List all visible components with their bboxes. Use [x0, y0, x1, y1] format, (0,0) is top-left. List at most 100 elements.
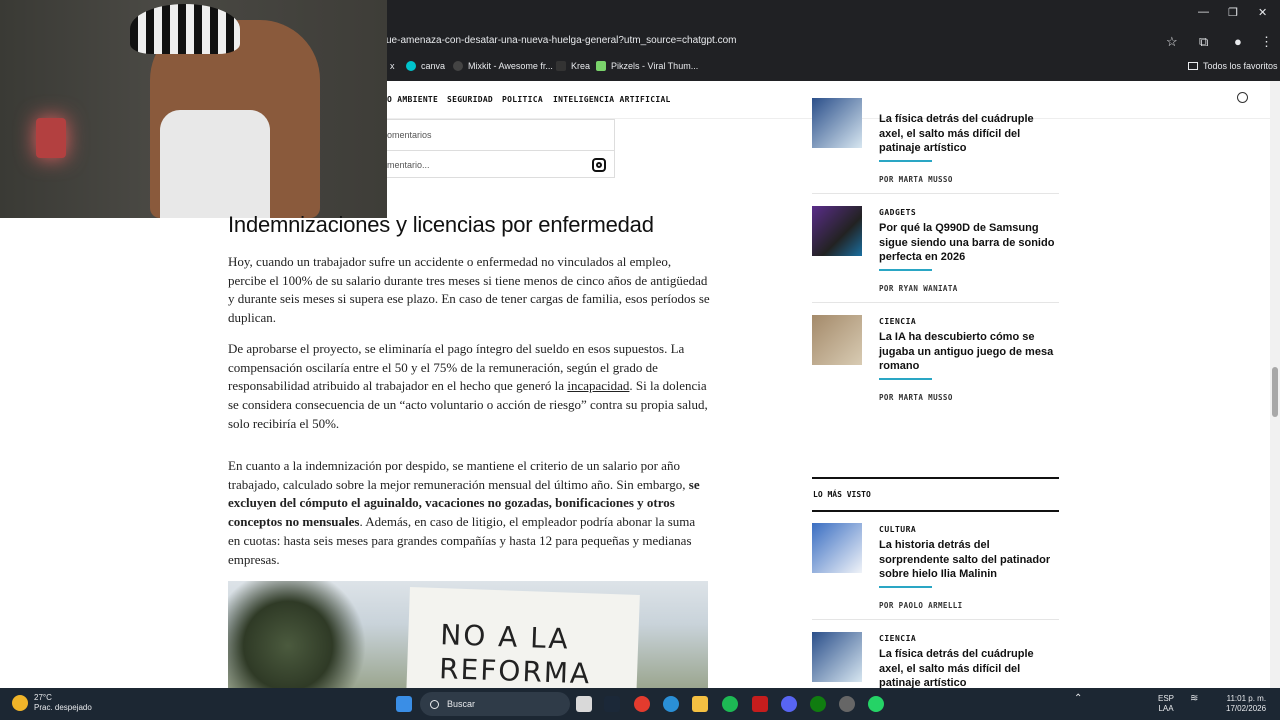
card-title[interactable]: La IA ha descubierto cómo se jugaba un a… [879, 330, 1061, 374]
weather-widget[interactable]: 27°C Prac. despejado [12, 693, 92, 713]
card-title[interactable]: Por qué la Q990D de Samsung sigue siendo… [879, 221, 1061, 265]
sidebar-card[interactable]: CIENCIA La IA ha descubierto cómo se jug… [812, 304, 1059, 412]
comments-label: omentarios [387, 130, 432, 140]
protest-sign: NO A LA REFORMA [406, 587, 640, 689]
tank-top [160, 110, 270, 218]
article-paragraph-2: De aprobarse el proyecto, se eliminaría … [228, 340, 710, 434]
netflix-icon[interactable] [752, 696, 768, 712]
most-viewed-card[interactable]: CIENCIA La física detrás del cuádruple a… [812, 621, 1059, 688]
article-photo: NO A LA REFORMA [228, 581, 708, 689]
layout-code: LAA [1158, 704, 1174, 713]
taskbar: 27°C Prac. despejado Buscar ⌃ ESP LAA ≋ 1… [0, 688, 1280, 720]
krea-icon [556, 61, 566, 71]
tree [228, 581, 378, 689]
taskbar-search[interactable]: Buscar [420, 692, 570, 716]
instagram-embed: omentarios mentario... [387, 119, 615, 178]
page-scrollbar[interactable] [1270, 81, 1280, 688]
paragraph-text: En cuanto a la indemnización por despido… [228, 458, 689, 492]
article-paragraph-3: En cuanto a la indemnización por despido… [228, 457, 710, 569]
lamp [36, 118, 66, 158]
most-viewed-heading: LO MÁS VISTO [813, 490, 871, 499]
search-icon [430, 699, 439, 709]
bookmark-canva[interactable]: canva [406, 61, 445, 71]
card-thumbnail[interactable] [812, 206, 862, 256]
card-thumbnail[interactable] [812, 315, 862, 365]
restore-icon[interactable]: ❐ [1228, 6, 1238, 19]
nav-item-politica[interactable]: POLITICA [502, 95, 543, 104]
nav-item-inteligencia-artificial[interactable]: INTELIGENCIA ARTIFICIAL [553, 95, 671, 104]
profile-avatar-icon[interactable]: ● [1234, 34, 1242, 49]
card-thumbnail[interactable] [812, 523, 862, 573]
language-indicator[interactable]: ESP LAA [1158, 694, 1174, 714]
steam-icon[interactable] [604, 696, 620, 712]
favorites-folder[interactable]: Todos los favoritos [1188, 61, 1278, 71]
canva-icon [406, 61, 416, 71]
comment-placeholder: mentario... [387, 160, 430, 170]
section-heading: Indemnizaciones y licencias por enfermed… [228, 212, 654, 237]
nav-item-medio-ambiente[interactable]: O AMBIENTE [387, 95, 438, 104]
card-underline [879, 586, 932, 588]
most-viewed-card[interactable]: CULTURA La historia detrás del sorprende… [812, 512, 1059, 620]
scrollbar-thumb[interactable] [1272, 367, 1278, 417]
sidebar-card[interactable]: GADGETS Por qué la Q990D de Samsung sigu… [812, 195, 1059, 303]
search-placeholder: Buscar [447, 699, 476, 709]
folder-icon [1188, 62, 1198, 70]
close-icon[interactable]: ✕ [1258, 6, 1267, 19]
nav-item-seguridad[interactable]: SEGURIDAD [447, 95, 493, 104]
card-title[interactable]: La física detrás del cuádruple axel, el … [879, 647, 1059, 688]
discord-icon[interactable] [781, 696, 797, 712]
bookmark-krea[interactable]: Krea [556, 61, 590, 71]
card-underline [879, 378, 932, 380]
card-byline[interactable]: POR PAOLO ARMELLI [879, 601, 963, 610]
bookmark-item[interactable]: x [390, 61, 395, 71]
comment-field[interactable]: mentario... [387, 150, 614, 179]
card-thumbnail[interactable] [812, 632, 862, 682]
weather-sun-icon [12, 695, 28, 711]
xbox-icon[interactable] [810, 696, 826, 712]
most-viewed-rule [812, 477, 1059, 479]
clock-date: 17/02/2026 [1226, 704, 1267, 713]
menu-kebab-icon[interactable]: ⋮ [1260, 34, 1273, 50]
language-code: ESP [1158, 694, 1175, 703]
folder-icon[interactable] [692, 696, 708, 712]
search-icon[interactable] [1237, 92, 1248, 103]
card-category[interactable]: GADGETS [879, 208, 916, 217]
instagram-icon[interactable] [592, 158, 606, 172]
card-category[interactable]: CIENCIA [879, 634, 916, 643]
tray-chevron-icon[interactable]: ⌃ [1074, 694, 1082, 704]
weather-temp: 27°C [34, 693, 52, 702]
card-byline[interactable]: POR MARTA MUSSO [879, 175, 953, 184]
card-title[interactable]: La física detrás del cuádruple axel, el … [879, 112, 1061, 156]
card-category[interactable]: CIENCIA [879, 317, 916, 326]
extensions-icon[interactable]: ⧉ [1199, 34, 1208, 50]
sign-text: REFORMA [438, 652, 592, 689]
bookmark-pikzels[interactable]: Pikzels - Viral Thum... [596, 61, 698, 71]
pikzels-icon [596, 61, 606, 71]
file-explorer-icon[interactable] [576, 696, 592, 712]
url-text[interactable]: ue-amenaza-con-desatar-una-nueva-huelga-… [386, 35, 737, 46]
incapacidad-link[interactable]: incapacidad [567, 378, 629, 393]
card-category[interactable]: CULTURA [879, 525, 916, 534]
app-icon[interactable] [839, 696, 855, 712]
card-underline [879, 269, 932, 271]
spotify-icon[interactable] [722, 696, 738, 712]
chrome-icon[interactable] [634, 696, 650, 712]
edge-icon[interactable] [663, 696, 679, 712]
article-paragraph-1: Hoy, cuando un trabajador sufre un accid… [228, 254, 710, 326]
minimize-icon[interactable]: — [1198, 6, 1209, 18]
whatsapp-icon[interactable] [868, 696, 884, 712]
card-byline[interactable]: POR RYAN WANIATA [879, 284, 958, 293]
card-thumbnail[interactable] [812, 98, 862, 148]
wifi-icon[interactable]: ≋ [1190, 694, 1198, 704]
sidebar-card[interactable]: La física detrás del cuádruple axel, el … [812, 86, 1059, 194]
windows-start-icon[interactable] [396, 696, 412, 712]
weather-desc: Prac. despejado [34, 703, 92, 712]
mixkit-icon [453, 61, 463, 71]
card-underline [879, 160, 932, 162]
card-byline[interactable]: POR MARTA MUSSO [879, 393, 953, 402]
bookmark-mixkit[interactable]: Mixkit - Awesome fr... [453, 61, 553, 71]
star-icon[interactable]: ☆ [1166, 34, 1178, 50]
sign-text: NO A LA [439, 618, 571, 656]
clock[interactable]: 11:01 p. m. 17/02/2026 [1226, 694, 1266, 714]
card-title[interactable]: La historia detrás del sorprendente salt… [879, 538, 1061, 582]
